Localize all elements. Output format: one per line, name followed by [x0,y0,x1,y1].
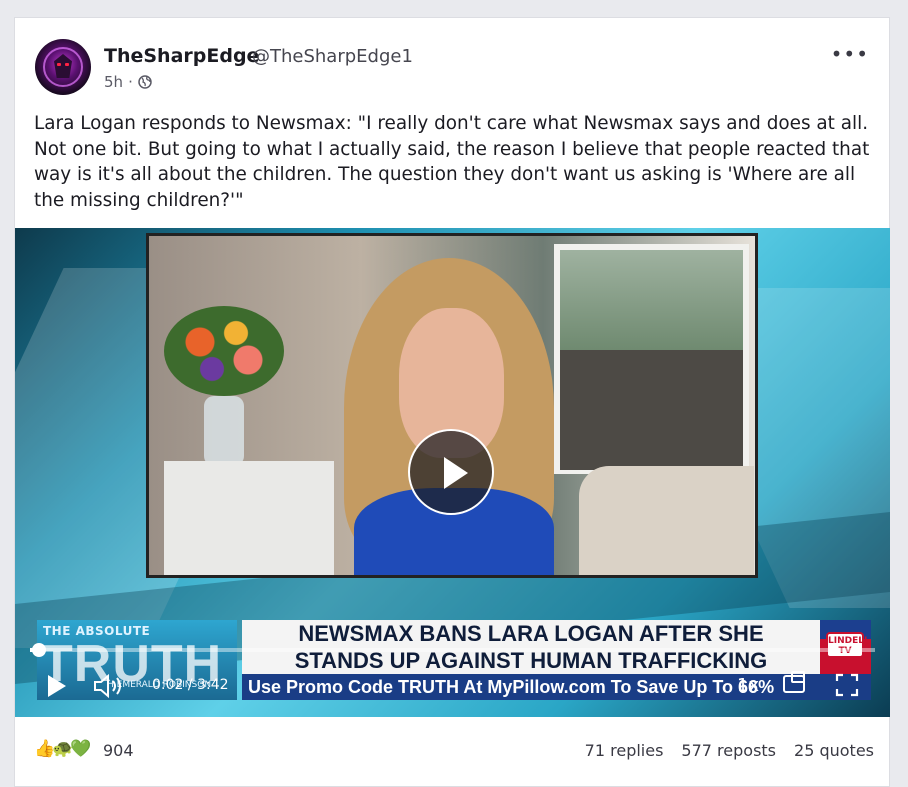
meta-separator: · [128,73,133,91]
time-separator: / [187,677,193,693]
video-player[interactable]: THE ABSOLUTE TRUTH H EMERALD ROBINSON NE… [15,228,890,717]
channel-logo: LINDELL TV [820,620,871,674]
flowers-image [164,306,284,396]
play-icon[interactable] [48,675,66,697]
time-current: 0:02 [152,677,184,693]
fullscreen-icon[interactable] [835,673,859,697]
post-text: Lara Logan responds to Newsmax: "I reall… [34,113,870,211]
globe-icon [138,75,152,89]
post-card: TheSharpEdge @TheSharpEdge1 5h · ••• Lar… [14,17,890,787]
post-stats: 71 replies 577 reposts 25 quotes [585,741,874,760]
progress-bar[interactable] [30,643,875,657]
headline-box: NEWSMAX BANS LARA LOGAN AFTER SHE STANDS… [242,620,820,674]
headline-line-1: NEWSMAX BANS LARA LOGAN AFTER SHE [298,621,764,646]
couch-image [579,466,754,575]
time-total: 3:42 [197,677,229,693]
avatar-eye-left [57,63,61,66]
picture-in-picture-icon[interactable] [783,671,805,693]
video-controls: 0:02 / 3:42 1x [15,671,890,707]
table-image [164,461,334,575]
window-image [554,244,749,474]
more-options-icon[interactable]: ••• [831,42,869,66]
avatar[interactable] [35,39,91,95]
quotes-count[interactable]: 25 quotes [794,741,874,760]
playback-speed-button[interactable]: 1x [737,675,759,696]
post-footer: 👍🐢💚 904 71 replies 577 reposts 25 quotes [34,738,874,768]
author-name[interactable]: TheSharpEdge [104,45,259,67]
play-button[interactable] [408,429,494,515]
reaction-count[interactable]: 904 [103,741,134,760]
video-frame [146,233,758,578]
reposts-count[interactable]: 577 reposts [681,741,776,760]
author-handle[interactable]: @TheSharpEdge1 [252,46,413,67]
replies-count[interactable]: 71 replies [585,741,664,760]
time-display: 0:02 / 3:42 [152,677,229,693]
time-ago[interactable]: 5h [104,73,123,91]
volume-icon[interactable] [93,673,125,699]
post-meta: 5h · [104,73,152,91]
person-image [344,258,554,575]
avatar-eye-right [65,63,69,66]
channel-logo-text: LINDELL TV [826,632,870,658]
progress-knob[interactable] [31,643,46,657]
vase-image [204,396,244,466]
reaction-emojis[interactable]: 👍🐢💚 [34,739,91,759]
